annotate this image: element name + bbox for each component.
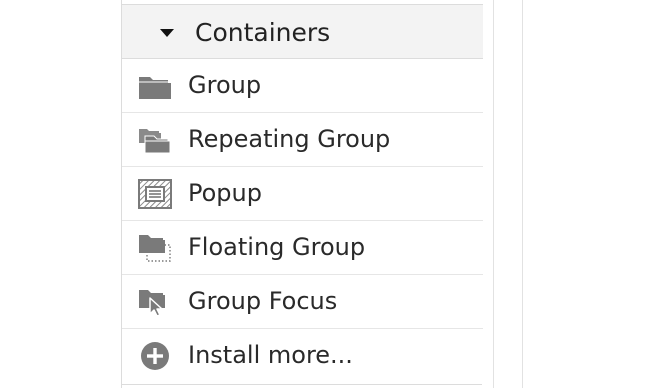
plus-circle-icon (138, 341, 172, 371)
panel-bottom-divider (121, 384, 482, 385)
folder-cursor-icon (138, 287, 172, 317)
containers-list: Group Repeating Group Popup Floating Gro… (122, 59, 483, 382)
caret-down-icon[interactable] (160, 29, 174, 37)
elements-panel: Containers Group Repeating Group Popup F… (121, 0, 483, 388)
floating-folder-icon (138, 233, 172, 263)
popup-icon (138, 179, 172, 209)
section-title: Containers (195, 18, 331, 47)
containers-section-header[interactable]: Containers (122, 5, 483, 59)
list-item-repeating-group[interactable]: Repeating Group (122, 113, 483, 167)
folder-icon (138, 71, 172, 101)
item-label: Group Focus (188, 287, 338, 315)
list-item-group[interactable]: Group (122, 59, 483, 113)
list-item-floating-group[interactable]: Floating Group (122, 221, 483, 275)
list-item-install-more[interactable]: Install more... (122, 329, 483, 382)
item-label: Floating Group (188, 233, 366, 261)
item-label: Group (188, 71, 262, 99)
item-label: Install more... (188, 341, 353, 369)
stacked-folders-icon (138, 125, 172, 155)
list-item-group-focus[interactable]: Group Focus (122, 275, 483, 329)
item-label: Popup (188, 179, 262, 207)
item-label: Repeating Group (188, 125, 391, 153)
list-item-popup[interactable]: Popup (122, 167, 483, 221)
panel-scrollbar-track[interactable] (493, 0, 523, 388)
